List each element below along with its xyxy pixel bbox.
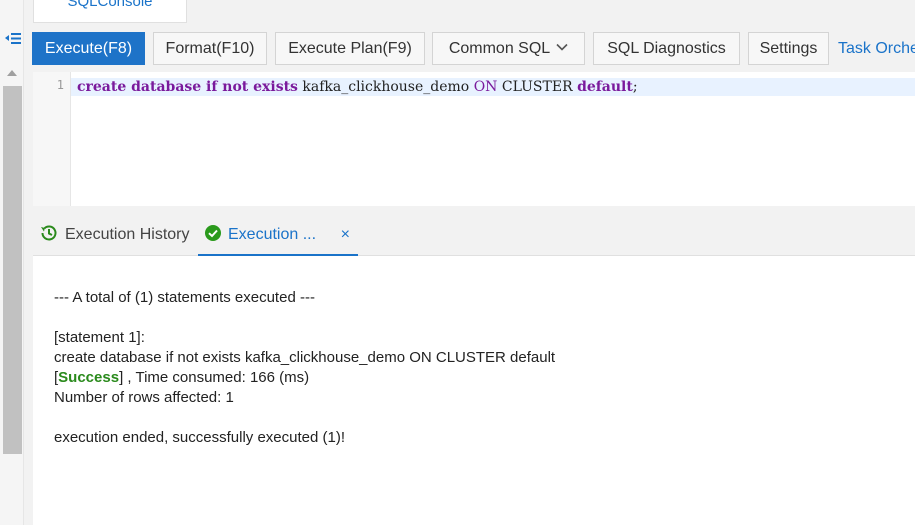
code-token-semicolon: ;	[632, 79, 638, 95]
output-ended: execution ended, successfully executed (…	[54, 429, 345, 446]
indent-collapse-icon[interactable]	[4, 30, 22, 48]
code-line-1[interactable]: create database if not exists kafka_clic…	[71, 78, 915, 96]
history-tab-label: Execution History	[65, 226, 190, 243]
execute-plan-button[interactable]: Execute Plan(F9)	[275, 32, 425, 65]
output-blank-line	[54, 408, 915, 428]
output-summary: --- A total of (1) statements executed -…	[54, 289, 315, 306]
chevron-down-icon	[556, 43, 568, 51]
code-token-default: default	[577, 79, 633, 95]
tab-execution-history[interactable]: Execution History	[39, 216, 190, 256]
scroll-up-arrow-icon[interactable]	[6, 68, 18, 78]
output-status-line: [Success] , Time consumed: 166 (ms)	[54, 368, 915, 388]
execution-output: --- A total of (1) statements executed -…	[33, 256, 915, 525]
tab-sqlconsole[interactable]: SQLConsole	[33, 0, 187, 23]
common-sql-dropdown[interactable]: Common SQL	[432, 32, 585, 65]
common-sql-label: Common SQL	[448, 40, 551, 57]
history-icon	[41, 225, 57, 241]
output-statement-header: [statement 1]:	[54, 329, 145, 346]
output-statement-sql: create database if not exists kafka_clic…	[54, 349, 556, 366]
tab-execution-result[interactable]: Execution ... ×	[198, 216, 358, 256]
code-token-cluster: CLUSTER	[497, 79, 578, 95]
code-token-identifier: kafka_clickhouse_demo	[297, 79, 474, 95]
execute-button[interactable]: Execute(F8)	[32, 32, 145, 65]
code-token-keywords: create database if not exists	[77, 79, 298, 95]
output-blank-line	[54, 308, 915, 328]
settings-button[interactable]: Settings	[748, 32, 829, 65]
format-button[interactable]: Format(F10)	[153, 32, 267, 65]
output-rows-affected: Number of rows affected: 1	[54, 389, 234, 406]
execution-tab-label: Execution ...	[228, 226, 317, 243]
scrollbar-thumb[interactable]	[3, 86, 22, 454]
top-tab-strip: SQLConsole	[24, 0, 915, 23]
editor-toolbar: Execute(F8) Format(F10) Execute Plan(F9)…	[24, 23, 915, 72]
sql-console-window: SQLConsole Execute(F8) Format(F10) Execu…	[0, 0, 915, 525]
status-badge: Success	[58, 369, 120, 386]
sql-diagnostics-button[interactable]: SQL Diagnostics	[593, 32, 740, 65]
time-consumed: ] , Time consumed: 166 (ms)	[119, 369, 310, 386]
left-sidebar-strip	[0, 0, 24, 525]
result-panel-tabs: Execution History Execution ... ×	[33, 216, 915, 256]
task-orchestration-link[interactable]: Task Orche	[838, 32, 915, 65]
code-token-on: ON	[473, 79, 498, 95]
sql-editor[interactable]: 1 create database if not exists kafka_cl…	[33, 72, 915, 206]
check-circle-icon	[205, 225, 221, 242]
close-tab-icon[interactable]: ×	[341, 216, 350, 254]
line-number-gutter: 1	[33, 72, 71, 206]
line-number: 1	[56, 78, 64, 92]
